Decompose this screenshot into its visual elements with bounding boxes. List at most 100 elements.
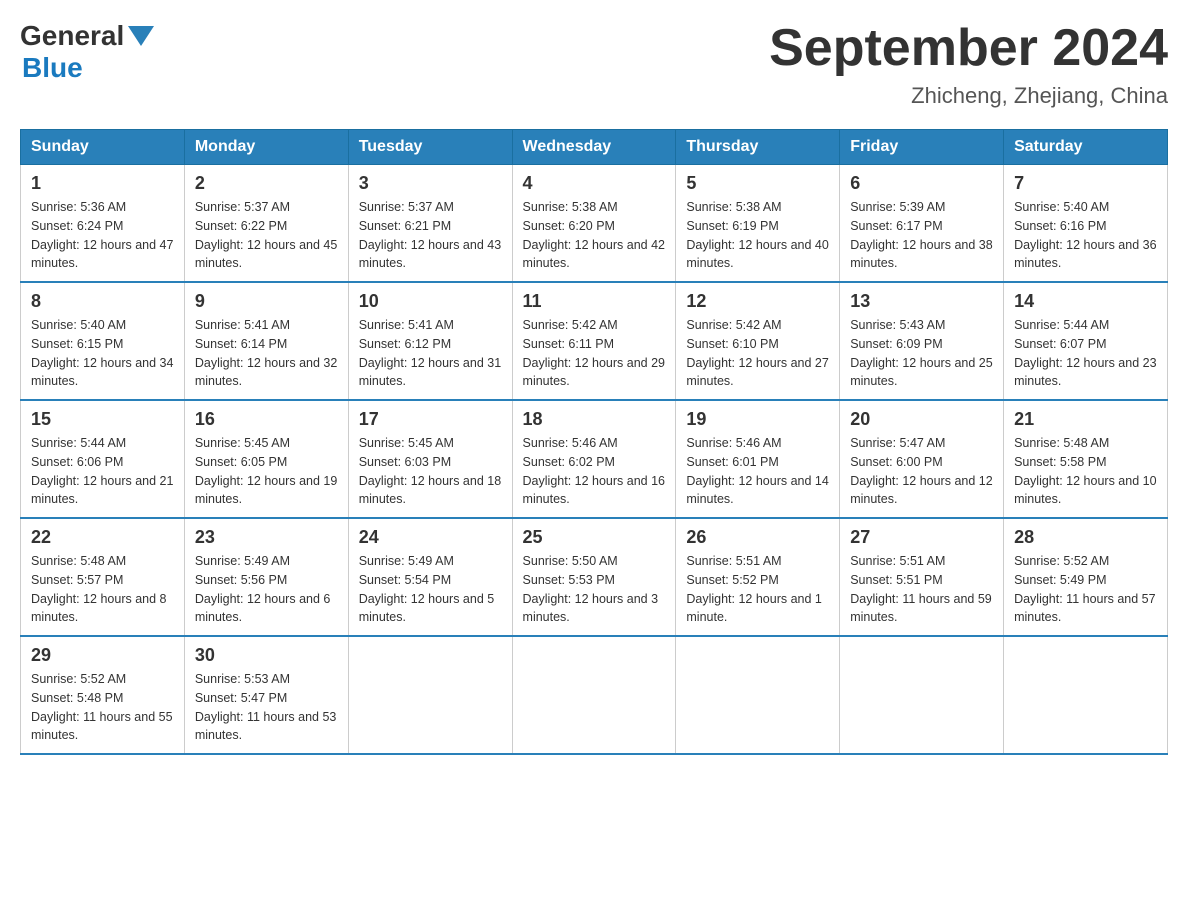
week-row-2: 8 Sunrise: 5:40 AMSunset: 6:15 PMDayligh…: [21, 282, 1168, 400]
day-info: Sunrise: 5:45 AMSunset: 6:03 PMDaylight:…: [359, 436, 501, 506]
day-cell: [840, 636, 1004, 754]
day-cell: 22 Sunrise: 5:48 AMSunset: 5:57 PMDaylig…: [21, 518, 185, 636]
calendar-title: September 2024: [769, 20, 1168, 77]
day-number: 17: [359, 409, 502, 430]
day-number: 6: [850, 173, 993, 194]
header-saturday: Saturday: [1004, 130, 1168, 165]
day-cell: 12 Sunrise: 5:42 AMSunset: 6:10 PMDaylig…: [676, 282, 840, 400]
day-number: 25: [523, 527, 666, 548]
day-cell: 10 Sunrise: 5:41 AMSunset: 6:12 PMDaylig…: [348, 282, 512, 400]
day-number: 26: [686, 527, 829, 548]
day-info: Sunrise: 5:36 AMSunset: 6:24 PMDaylight:…: [31, 200, 173, 270]
header-wednesday: Wednesday: [512, 130, 676, 165]
day-info: Sunrise: 5:51 AMSunset: 5:52 PMDaylight:…: [686, 554, 822, 624]
day-info: Sunrise: 5:43 AMSunset: 6:09 PMDaylight:…: [850, 318, 992, 388]
day-info: Sunrise: 5:46 AMSunset: 6:01 PMDaylight:…: [686, 436, 828, 506]
day-number: 11: [523, 291, 666, 312]
day-number: 8: [31, 291, 174, 312]
day-cell: 5 Sunrise: 5:38 AMSunset: 6:19 PMDayligh…: [676, 165, 840, 283]
day-cell: 21 Sunrise: 5:48 AMSunset: 5:58 PMDaylig…: [1004, 400, 1168, 518]
header-tuesday: Tuesday: [348, 130, 512, 165]
day-number: 23: [195, 527, 338, 548]
day-info: Sunrise: 5:42 AMSunset: 6:11 PMDaylight:…: [523, 318, 665, 388]
week-row-5: 29 Sunrise: 5:52 AMSunset: 5:48 PMDaylig…: [21, 636, 1168, 754]
day-info: Sunrise: 5:47 AMSunset: 6:00 PMDaylight:…: [850, 436, 992, 506]
calendar-subtitle: Zhicheng, Zhejiang, China: [769, 83, 1168, 109]
day-cell: 7 Sunrise: 5:40 AMSunset: 6:16 PMDayligh…: [1004, 165, 1168, 283]
day-cell: 27 Sunrise: 5:51 AMSunset: 5:51 PMDaylig…: [840, 518, 1004, 636]
day-number: 28: [1014, 527, 1157, 548]
day-info: Sunrise: 5:50 AMSunset: 5:53 PMDaylight:…: [523, 554, 659, 624]
week-row-3: 15 Sunrise: 5:44 AMSunset: 6:06 PMDaylig…: [21, 400, 1168, 518]
day-info: Sunrise: 5:42 AMSunset: 6:10 PMDaylight:…: [686, 318, 828, 388]
day-cell: [348, 636, 512, 754]
day-cell: [676, 636, 840, 754]
day-number: 9: [195, 291, 338, 312]
day-cell: 1 Sunrise: 5:36 AMSunset: 6:24 PMDayligh…: [21, 165, 185, 283]
day-info: Sunrise: 5:41 AMSunset: 6:12 PMDaylight:…: [359, 318, 501, 388]
day-number: 5: [686, 173, 829, 194]
day-cell: 3 Sunrise: 5:37 AMSunset: 6:21 PMDayligh…: [348, 165, 512, 283]
day-number: 1: [31, 173, 174, 194]
day-cell: 25 Sunrise: 5:50 AMSunset: 5:53 PMDaylig…: [512, 518, 676, 636]
page-header: General Blue September 2024 Zhicheng, Zh…: [20, 20, 1168, 109]
header-thursday: Thursday: [676, 130, 840, 165]
day-number: 4: [523, 173, 666, 194]
day-info: Sunrise: 5:38 AMSunset: 6:19 PMDaylight:…: [686, 200, 828, 270]
day-cell: 11 Sunrise: 5:42 AMSunset: 6:11 PMDaylig…: [512, 282, 676, 400]
day-info: Sunrise: 5:52 AMSunset: 5:48 PMDaylight:…: [31, 672, 173, 742]
header-friday: Friday: [840, 130, 1004, 165]
day-info: Sunrise: 5:48 AMSunset: 5:58 PMDaylight:…: [1014, 436, 1156, 506]
logo-blue: Blue: [22, 52, 83, 83]
day-number: 21: [1014, 409, 1157, 430]
day-cell: 24 Sunrise: 5:49 AMSunset: 5:54 PMDaylig…: [348, 518, 512, 636]
header-monday: Monday: [184, 130, 348, 165]
day-cell: 19 Sunrise: 5:46 AMSunset: 6:01 PMDaylig…: [676, 400, 840, 518]
week-row-4: 22 Sunrise: 5:48 AMSunset: 5:57 PMDaylig…: [21, 518, 1168, 636]
day-cell: 28 Sunrise: 5:52 AMSunset: 5:49 PMDaylig…: [1004, 518, 1168, 636]
day-cell: 9 Sunrise: 5:41 AMSunset: 6:14 PMDayligh…: [184, 282, 348, 400]
calendar-table: SundayMondayTuesdayWednesdayThursdayFrid…: [20, 129, 1168, 755]
day-info: Sunrise: 5:46 AMSunset: 6:02 PMDaylight:…: [523, 436, 665, 506]
day-number: 30: [195, 645, 338, 666]
day-info: Sunrise: 5:45 AMSunset: 6:05 PMDaylight:…: [195, 436, 337, 506]
day-cell: [512, 636, 676, 754]
day-info: Sunrise: 5:41 AMSunset: 6:14 PMDaylight:…: [195, 318, 337, 388]
title-block: September 2024 Zhicheng, Zhejiang, China: [769, 20, 1168, 109]
day-number: 7: [1014, 173, 1157, 194]
day-number: 22: [31, 527, 174, 548]
day-number: 18: [523, 409, 666, 430]
day-number: 27: [850, 527, 993, 548]
day-info: Sunrise: 5:44 AMSunset: 6:07 PMDaylight:…: [1014, 318, 1156, 388]
day-info: Sunrise: 5:37 AMSunset: 6:22 PMDaylight:…: [195, 200, 337, 270]
day-number: 13: [850, 291, 993, 312]
logo-general: General: [20, 20, 124, 52]
day-info: Sunrise: 5:40 AMSunset: 6:15 PMDaylight:…: [31, 318, 173, 388]
day-cell: 17 Sunrise: 5:45 AMSunset: 6:03 PMDaylig…: [348, 400, 512, 518]
day-cell: 6 Sunrise: 5:39 AMSunset: 6:17 PMDayligh…: [840, 165, 1004, 283]
day-info: Sunrise: 5:51 AMSunset: 5:51 PMDaylight:…: [850, 554, 992, 624]
day-info: Sunrise: 5:39 AMSunset: 6:17 PMDaylight:…: [850, 200, 992, 270]
day-number: 15: [31, 409, 174, 430]
day-number: 12: [686, 291, 829, 312]
day-info: Sunrise: 5:37 AMSunset: 6:21 PMDaylight:…: [359, 200, 501, 270]
day-info: Sunrise: 5:44 AMSunset: 6:06 PMDaylight:…: [31, 436, 173, 506]
day-cell: 29 Sunrise: 5:52 AMSunset: 5:48 PMDaylig…: [21, 636, 185, 754]
day-number: 16: [195, 409, 338, 430]
day-cell: 13 Sunrise: 5:43 AMSunset: 6:09 PMDaylig…: [840, 282, 1004, 400]
day-cell: 8 Sunrise: 5:40 AMSunset: 6:15 PMDayligh…: [21, 282, 185, 400]
day-cell: 18 Sunrise: 5:46 AMSunset: 6:02 PMDaylig…: [512, 400, 676, 518]
day-cell: 4 Sunrise: 5:38 AMSunset: 6:20 PMDayligh…: [512, 165, 676, 283]
day-info: Sunrise: 5:38 AMSunset: 6:20 PMDaylight:…: [523, 200, 665, 270]
day-cell: 26 Sunrise: 5:51 AMSunset: 5:52 PMDaylig…: [676, 518, 840, 636]
day-cell: 23 Sunrise: 5:49 AMSunset: 5:56 PMDaylig…: [184, 518, 348, 636]
day-cell: 16 Sunrise: 5:45 AMSunset: 6:05 PMDaylig…: [184, 400, 348, 518]
day-info: Sunrise: 5:40 AMSunset: 6:16 PMDaylight:…: [1014, 200, 1156, 270]
day-info: Sunrise: 5:48 AMSunset: 5:57 PMDaylight:…: [31, 554, 167, 624]
calendar-header-row: SundayMondayTuesdayWednesdayThursdayFrid…: [21, 130, 1168, 165]
day-cell: 2 Sunrise: 5:37 AMSunset: 6:22 PMDayligh…: [184, 165, 348, 283]
day-info: Sunrise: 5:53 AMSunset: 5:47 PMDaylight:…: [195, 672, 337, 742]
day-number: 20: [850, 409, 993, 430]
header-sunday: Sunday: [21, 130, 185, 165]
day-cell: 30 Sunrise: 5:53 AMSunset: 5:47 PMDaylig…: [184, 636, 348, 754]
